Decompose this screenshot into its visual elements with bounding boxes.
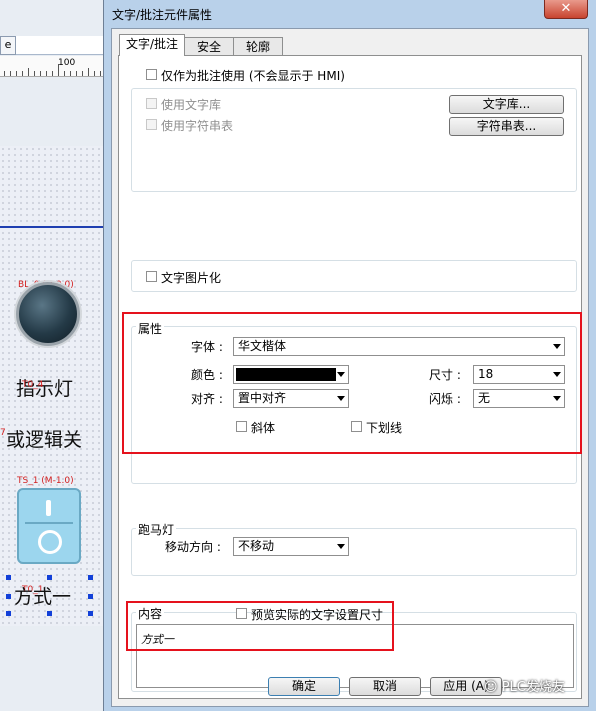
annotation-only-checkbox[interactable] [146,69,157,80]
selected-text-element[interactable]: 方式一 [14,582,71,609]
canvas-blue-line [0,226,106,228]
switch-address-label: TS_1 (M-1.0) [17,476,74,486]
tab-security[interactable]: 安全 [184,37,234,55]
tab-page: 仅作为批注使用 (不会显示于 HMI) 使用文字库 使用字符串表 文字库... … [118,55,582,699]
tab-outline[interactable]: 轮廓 [233,37,283,55]
lamp-tag: T0_4 [22,380,44,390]
tab-text-annotation[interactable]: 文字/批注 [119,34,185,56]
annotation-only-label: 仅作为批注使用 (不会显示于 HMI) [161,69,345,83]
indicator-lamp-icon[interactable] [16,282,80,346]
use-string-table-checkbox[interactable] [146,119,157,130]
selection-handle[interactable] [47,611,52,616]
move-direction-value: 不移动 [238,539,275,553]
text-to-image-label: 文字图片化 [161,271,222,285]
text-library-button[interactable]: 文字库... [449,95,564,114]
use-text-library-checkbox[interactable] [146,98,157,109]
logic-tag: 7 [0,428,6,438]
editor-tab-button[interactable]: e [0,36,16,55]
dialog-title-bar[interactable]: 文字/批注元件属性 ✕ [104,0,596,26]
chat-bubble-icon: ☺ [484,680,502,695]
hmi-editor-background: e 100 BL_0 (D-0.0) 指示灯 T0_4 7 或逻辑关 TS_1 … [0,0,106,711]
selection-handle[interactable] [88,594,93,599]
attributes-highlight-box [122,312,582,454]
selection-handle[interactable] [6,575,11,580]
cancel-button[interactable]: 取消 [349,677,421,696]
close-button[interactable]: ✕ [544,0,588,19]
editor-ruler: 100 [0,56,106,77]
move-direction-label: 移动方向 : [165,540,221,554]
dialog-client-area: 文字/批注 安全 轮廓 仅作为批注使用 (不会显示于 HMI) 使用文字库 使用… [111,28,589,707]
chevron-down-icon [337,544,345,549]
selection-handle[interactable] [47,575,52,580]
editor-tab-strip: e [0,36,106,55]
logic-caption[interactable]: 或逻辑关 [6,425,82,452]
close-icon: ✕ [560,1,572,16]
marquee-group-title: 跑马灯 [136,521,177,538]
ruler-number: 100 [58,58,76,68]
selection-handle[interactable] [6,594,11,599]
dialog-title: 文字/批注元件属性 [112,8,213,22]
text-to-image-checkbox[interactable] [146,271,157,282]
selection-handle[interactable] [88,575,93,580]
move-direction-select[interactable]: 不移动 [233,537,349,556]
use-string-table-label: 使用字符串表 [161,119,234,133]
selection-handle[interactable] [88,611,93,616]
watermark: ☺ PLC发烧友 [484,676,565,695]
string-table-button[interactable]: 字符串表... [449,117,564,136]
ok-button[interactable]: 确定 [268,677,340,696]
toggle-switch-icon[interactable] [17,488,81,564]
selection-handle[interactable] [6,611,11,616]
watermark-text: PLC发烧友 [501,680,565,695]
text-annotation-properties-dialog: 文字/批注元件属性 ✕ 文字/批注 安全 轮廓 仅作为批注使用 (不会显示于 H… [103,0,596,711]
use-text-library-label: 使用文字库 [161,98,222,112]
content-highlight-box [126,601,394,651]
